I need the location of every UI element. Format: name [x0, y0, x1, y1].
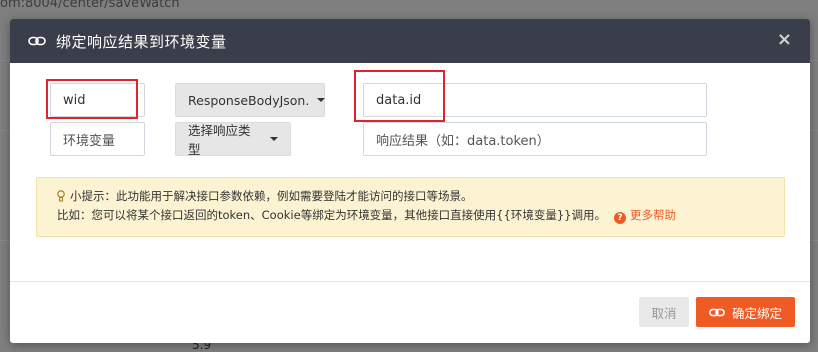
- cancel-button[interactable]: 取消: [639, 297, 689, 327]
- confirm-bind-button[interactable]: 确定绑定: [696, 297, 795, 327]
- tip-text-1: 小提示：此功能用于解决接口参数依赖，例如需要登陆才能访问的接口等场景。: [70, 189, 473, 203]
- response-type-label: ResponseBodyJson.: [188, 92, 310, 108]
- link-icon: [709, 308, 725, 317]
- caret-down-icon: [270, 137, 278, 141]
- bind-response-modal: 绑定响应结果到环境变量 × wid ResponseBodyJson. data…: [10, 19, 810, 343]
- confirm-bind-label: 确定绑定: [731, 305, 782, 321]
- tip-text-2: 比如：您可以将某个接口返回的token、Cookie等绑定为环境变量，其他接口直…: [57, 208, 606, 222]
- modal-title: 绑定响应结果到环境变量: [56, 32, 227, 51]
- close-icon[interactable]: ×: [777, 31, 792, 49]
- response-type-placeholder: 选择响应类型: [188, 123, 251, 157]
- modal-header: 绑定响应结果到环境变量 ×: [10, 19, 810, 63]
- backdrop-url: om:8004/center/saveWatch: [0, 0, 180, 11]
- tip-box: 小提示：此功能用于解决接口参数依赖，例如需要登陆才能访问的接口等场景。 比如：您…: [36, 177, 785, 237]
- link-icon: [28, 35, 46, 47]
- footer-divider: [10, 281, 810, 282]
- tip-line-2: 比如：您可以将某个接口返回的token、Cookie等绑定为环境变量，其他接口直…: [57, 206, 784, 225]
- response-type-dropdown[interactable]: ResponseBodyJson.: [175, 83, 326, 117]
- highlight-box: [354, 70, 445, 122]
- highlight-box: [46, 79, 138, 119]
- lightbulb-icon: [57, 190, 65, 202]
- response-type-dropdown-empty[interactable]: 选择响应类型: [175, 122, 291, 157]
- response-result-input-empty[interactable]: 响应结果（如：data.token）: [363, 122, 707, 156]
- caret-down-icon: [317, 98, 326, 102]
- more-help-link[interactable]: 更多帮助: [630, 208, 676, 222]
- tip-line-1: 小提示：此功能用于解决接口参数依赖，例如需要登陆才能访问的接口等场景。: [57, 187, 784, 206]
- question-circle-icon[interactable]: ?: [613, 212, 626, 224]
- env-variable-input-empty[interactable]: 环境变量: [50, 122, 145, 156]
